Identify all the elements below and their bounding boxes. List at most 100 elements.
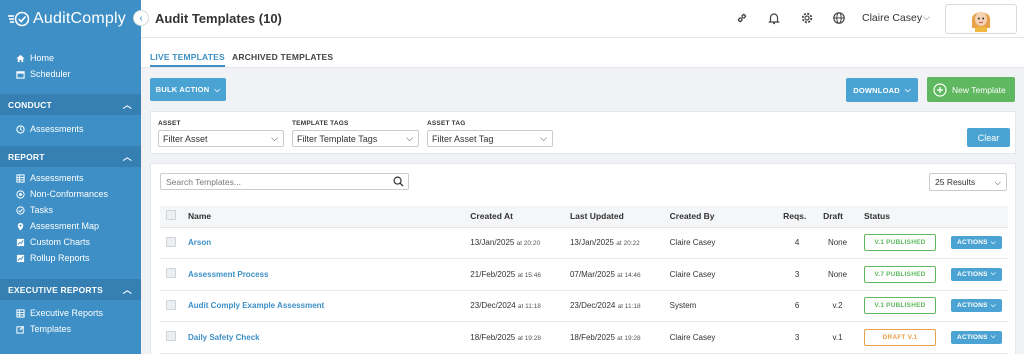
column-header-reqs[interactable]: Reqs. (777, 206, 818, 228)
link-icon[interactable] (734, 10, 750, 26)
search-icon (393, 176, 404, 189)
new-template-button[interactable]: New Template (927, 77, 1015, 102)
chevron-down-icon: ⌵ (406, 133, 413, 143)
page-title: Audit Templates (10) (155, 11, 282, 26)
reqs-count: 3 (777, 321, 818, 354)
sidebar-item-executive-reports[interactable]: Executive Reports (0, 305, 141, 321)
auditcomply-logo-icon (8, 11, 30, 27)
column-header-created-at[interactable]: Created At (464, 206, 564, 228)
home-icon (15, 54, 25, 63)
updated-date: 07/Mar/2025 (569, 269, 615, 279)
sidebar: AuditComply Home Scheduler CONDUCT ︿ Ass… (0, 0, 141, 354)
sidebar-item-home[interactable]: Home (0, 50, 141, 66)
non-conformance-icon (15, 189, 25, 199)
search-templates-input[interactable]: Search Templates... (160, 173, 409, 190)
template-name-link[interactable]: Assessment Process (188, 270, 269, 279)
row-actions-button[interactable]: ACTIONS ⌵ (950, 267, 1002, 281)
sidebar-section-conduct[interactable]: CONDUCT ︿ (0, 94, 141, 115)
template-name-link[interactable]: Audit Comply Example Assessment (188, 301, 324, 310)
created-time: at 15:46 (517, 271, 541, 279)
column-header-name[interactable]: Name (182, 206, 465, 228)
sidebar-item-conduct-assessments[interactable]: Assessments (0, 121, 141, 137)
tab-archived-templates[interactable]: ARCHIVED TEMPLATES (232, 52, 333, 62)
user-avatar-icon (972, 12, 990, 32)
templates-table-panel: Search Templates... 25 Results ⌵ Name Cr… (150, 163, 1016, 354)
chevron-up-icon: ︿ (122, 285, 132, 295)
top-bar: Audit Templates (10) Claire Casey ⌵ (141, 0, 1024, 38)
row-actions-button[interactable]: ACTIONS ⌵ (950, 299, 1002, 313)
sidebar-item-templates[interactable]: Templates (0, 321, 141, 337)
edit-icon (15, 325, 25, 334)
globe-icon[interactable] (831, 10, 847, 26)
table-row: Daily Safety Check 18/Feb/2025 at 19:28 … (160, 321, 1008, 354)
sidebar-item-non-conformances[interactable]: Non-Conformances (0, 186, 141, 202)
row-checkbox[interactable] (166, 331, 176, 342)
status-badge: V.1 PUBLISHED (863, 297, 936, 315)
asset-filter-select[interactable]: Filter Asset ⌵ (158, 130, 284, 147)
template-name-link[interactable]: Arson (188, 238, 211, 247)
updated-time: at 19:28 (617, 334, 641, 342)
template-name-link[interactable]: Daily Safety Check (188, 333, 260, 342)
chevron-up-icon: ︿ (122, 152, 132, 162)
sidebar-section-report[interactable]: REPORT ︿ (0, 146, 141, 167)
asset-tag-filter-select[interactable]: Filter Asset Tag ⌵ (427, 130, 553, 147)
draft-version-link[interactable]: v.2 (817, 290, 858, 322)
avatar[interactable] (945, 4, 1017, 34)
sidebar-section-executive-reports[interactable]: EXECUTIVE REPORTS ︿ (0, 279, 141, 300)
user-name[interactable]: Claire Casey (862, 12, 922, 24)
sidebar-item-report-assessments[interactable]: Assessments (0, 170, 141, 186)
sidebar-item-scheduler[interactable]: Scheduler (0, 66, 141, 82)
sidebar-item-custom-charts[interactable]: Custom Charts (0, 234, 141, 250)
table-row: Assessment Process 21/Feb/2025 at 15:46 … (160, 258, 1008, 291)
draft-version-link[interactable]: v.1 (817, 321, 858, 354)
column-header-created-by[interactable]: Created By (663, 206, 778, 228)
templates-table: Name Created At Last Updated Created By … (160, 206, 1008, 354)
row-actions-button[interactable]: ACTIONS ⌵ (950, 236, 1002, 250)
status-badge: DRAFT V.1 (863, 328, 936, 346)
tab-live-templates[interactable]: LIVE TEMPLATES (150, 52, 225, 67)
row-checkbox[interactable] (166, 299, 176, 310)
template-tags-filter-label: TEMPLATE TAGS (292, 120, 349, 127)
download-button[interactable]: DOWNLOAD ⌵ (846, 78, 918, 102)
column-header-status[interactable]: Status (857, 206, 945, 228)
updated-date: 23/Dec/2024 (569, 301, 616, 311)
rollup-icon (15, 254, 25, 263)
created-by: Claire Casey (663, 321, 778, 354)
collapse-sidebar-button[interactable]: ‹ (133, 10, 149, 26)
reqs-count: 4 (777, 227, 818, 259)
app-logo[interactable]: AuditComply (0, 0, 141, 38)
reqs-count: 3 (777, 258, 818, 291)
chevron-left-icon: ‹ (139, 12, 143, 24)
bulk-action-button[interactable]: BULK ACTION ⌵ (150, 78, 226, 101)
chevron-down-icon: ⌵ (904, 85, 911, 94)
template-tags-filter-select[interactable]: Filter Template Tags ⌵ (292, 130, 419, 147)
chevron-down-icon: ⌵ (214, 84, 221, 94)
plus-circle-icon (933, 82, 947, 97)
created-time: at 19:28 (517, 334, 541, 342)
select-all-checkbox[interactable] (166, 210, 176, 221)
bell-icon[interactable] (766, 10, 782, 26)
updated-date: 18/Feb/2025 (569, 332, 615, 342)
chevron-down-icon: ⌵ (994, 176, 1001, 187)
row-checkbox[interactable] (166, 236, 176, 247)
draft-version: None (817, 227, 858, 259)
gear-icon[interactable] (799, 10, 815, 26)
sidebar-item-tasks[interactable]: Tasks (0, 202, 141, 218)
column-header-last-updated[interactable]: Last Updated (563, 206, 664, 228)
sidebar-item-assessment-map[interactable]: Assessment Map (0, 218, 141, 234)
row-actions-button[interactable]: ACTIONS ⌵ (950, 330, 1002, 344)
asset-filter-label: ASSET (158, 120, 181, 127)
sidebar-item-rollup-reports[interactable]: Rollup Reports (0, 250, 141, 266)
results-per-page-select[interactable]: 25 Results ⌵ (929, 173, 1007, 191)
chevron-down-icon: ⌵ (990, 238, 996, 246)
table-row: Audit Comply Example Assessment 23/Dec/2… (160, 290, 1008, 322)
chevron-up-icon: ︿ (122, 100, 132, 110)
chevron-down-icon[interactable]: ⌵ (923, 12, 930, 23)
updated-time: at 14:46 (617, 271, 641, 279)
clear-filters-button[interactable]: Clear (967, 128, 1010, 147)
created-by: Claire Casey (663, 227, 778, 259)
row-checkbox[interactable] (166, 268, 176, 279)
created-time: at 20:20 (516, 240, 541, 248)
chart-icon (15, 238, 25, 247)
column-header-draft[interactable]: Draft (817, 206, 858, 228)
